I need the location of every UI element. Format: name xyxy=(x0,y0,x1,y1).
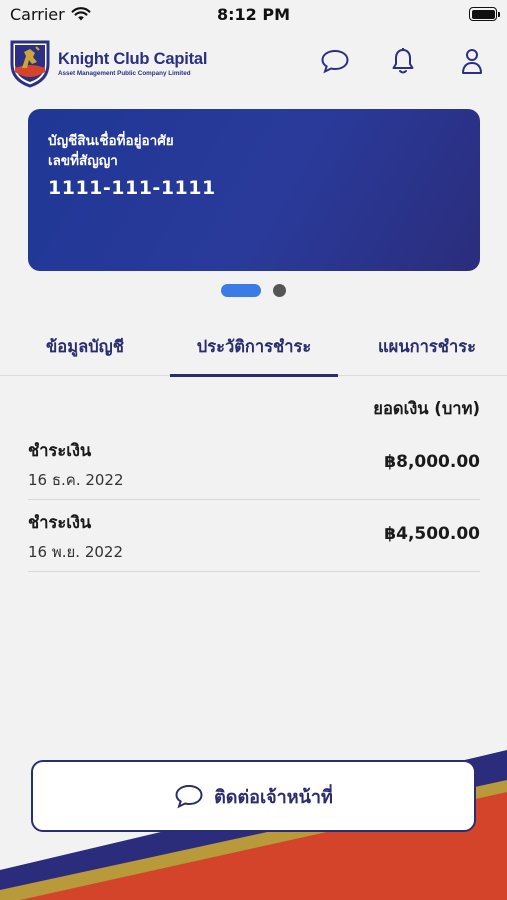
clock: 8:12 PM xyxy=(216,5,290,24)
list-item[interactable]: ชำระเงิน 16 พ.ย. 2022 ฿4,500.00 xyxy=(28,500,480,572)
brand-name: Knight Club Capital xyxy=(58,49,208,68)
account-type: บัญชีสินเชื่อที่อยู่อาศัย xyxy=(48,133,174,149)
tab-payment-plan[interactable]: แผนการชำระ xyxy=(352,318,502,376)
payment-amount: ฿4,500.00 xyxy=(384,524,480,544)
list-item[interactable]: ชำระเงิน 16 ธ.ค. 2022 ฿8,000.00 xyxy=(28,428,480,500)
payment-title: ชำระเงิน xyxy=(28,441,92,460)
page-dot[interactable] xyxy=(273,284,286,297)
contract-label: เลขที่สัญญา xyxy=(48,153,118,169)
contact-staff-label: ติดต่อเจ้าหน้าที่ xyxy=(214,786,333,808)
tab-label: ประวัติการชำระ xyxy=(196,337,312,356)
payment-amount: ฿8,000.00 xyxy=(384,452,480,472)
page-indicator xyxy=(0,284,507,297)
chat-bubble-icon[interactable] xyxy=(320,46,350,76)
chat-bubble-icon xyxy=(175,784,203,809)
page-dot-active[interactable] xyxy=(221,284,261,297)
contact-staff-button[interactable]: ติดต่อเจ้าหน้าที่ xyxy=(31,760,476,832)
tab-label: แผนการชำระ xyxy=(378,337,476,356)
bell-icon[interactable] xyxy=(388,46,418,76)
tab-account-info[interactable]: ข้อมูลบัญชี xyxy=(14,318,156,376)
account-card[interactable]: บัญชีสินเชื่อที่อยู่อาศัย เลขที่สัญญา 11… xyxy=(28,109,480,271)
payment-date: 16 พ.ย. 2022 xyxy=(28,543,124,561)
tab-payment-history[interactable]: ประวัติการชำระ xyxy=(170,318,338,377)
payment-date: 16 ธ.ค. 2022 xyxy=(28,471,124,489)
user-icon[interactable] xyxy=(457,46,487,76)
company-logo: Knight Club Capital Asset Management Pub… xyxy=(8,38,207,88)
tab-bar: ข้อมูลบัญชี ประวัติการชำระ แผนการชำระ xyxy=(0,318,507,377)
knight-shield-icon xyxy=(10,40,50,88)
battery-icon xyxy=(469,7,500,21)
payment-title: ชำระเงิน xyxy=(28,513,92,532)
amount-column-header: ยอดเงิน (บาท) xyxy=(373,399,480,418)
brand-subtitle: Asset Management Public Company Limited xyxy=(58,69,191,77)
app-header: Knight Club Capital Asset Management Pub… xyxy=(0,36,507,92)
contract-number: 1111-111-1111 xyxy=(48,177,216,199)
status-bar: Carrier 8:12 PM xyxy=(0,0,507,30)
tab-label: ข้อมูลบัญชี xyxy=(46,337,124,356)
